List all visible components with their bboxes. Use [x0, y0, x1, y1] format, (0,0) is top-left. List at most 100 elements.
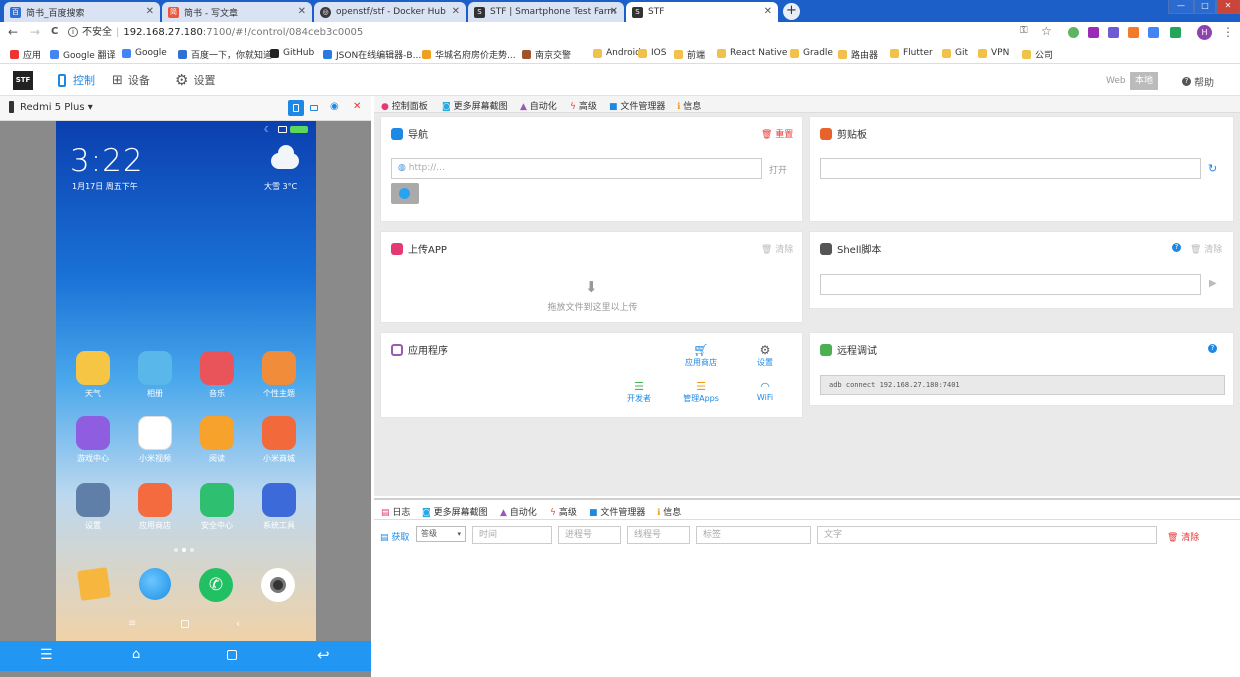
soft-menu-icon[interactable]: ≡ [128, 618, 136, 629]
close-device-icon[interactable]: ✕ [353, 101, 361, 112]
bookmark-item[interactable]: 南京交警 [522, 48, 571, 61]
help-link[interactable]: ? 帮助 [1182, 74, 1214, 89]
app-icon[interactable] [138, 416, 172, 450]
forward-button[interactable]: → [30, 25, 40, 39]
maximize-window-button[interactable]: □ [1194, 0, 1216, 14]
extension-orange-icon[interactable] [1128, 27, 1139, 38]
manage-apps-shortcut[interactable]: ☰ 管理Apps [681, 380, 721, 404]
home-key-icon[interactable]: ⌂ [132, 647, 140, 662]
reload-button[interactable]: C [51, 26, 58, 37]
wifi-shortcut[interactable]: ◠ WiFi [745, 380, 785, 402]
nav-devices[interactable]: ⊞ 设备 [112, 72, 150, 88]
app-icon[interactable] [262, 416, 296, 450]
time-filter-input[interactable]: 时间 [472, 526, 552, 544]
close-tab-icon[interactable]: ✕ [298, 6, 306, 17]
stf-logo[interactable]: STF [13, 71, 33, 90]
bookmark-item[interactable]: 百度一下，你就知道 [178, 48, 272, 61]
app-icon[interactable] [200, 351, 234, 385]
browser-tab-baidu[interactable]: 百 简书_百度搜索 ✕ [4, 2, 160, 22]
text-filter-input[interactable]: 文字 [817, 526, 1157, 544]
pid-filter-input[interactable]: 进程号 [558, 526, 621, 544]
close-window-button[interactable]: ✕ [1216, 0, 1240, 14]
app-icon[interactable] [262, 351, 296, 385]
tab-info-bottom[interactable]: ℹ 信息 [657, 505, 681, 518]
browser-tab-jianshu[interactable]: 简 简书 - 写文章 ✕ [162, 2, 312, 22]
tab-advanced[interactable]: ϟ 高级 [570, 99, 597, 112]
reset-button[interactable]: 🗑 重置 [761, 127, 793, 140]
menu-key-icon[interactable]: ☰ [40, 647, 53, 663]
device-screen[interactable]: ☾ 3:22 1月17日 周五下午 大雪 3°C 天气 相册 音乐 个性主题 游戏中心 小… [56, 121, 316, 641]
new-tab-button[interactable]: + [783, 3, 800, 20]
browser-icon[interactable] [139, 568, 171, 600]
tab-dashboard[interactable]: ● 控制面板 [381, 99, 428, 112]
tab-automation[interactable]: ▲ 自动化 [520, 99, 557, 112]
shell-input[interactable] [820, 274, 1201, 295]
settings-shortcut[interactable]: ⚙ 设置 [745, 343, 785, 368]
soft-home-icon[interactable] [181, 620, 189, 628]
app-icon[interactable] [76, 483, 110, 517]
bookmark-item[interactable]: React Native [717, 48, 787, 58]
shield-extension-icon[interactable] [1170, 27, 1181, 38]
browser-tab-stf[interactable]: S STF ✕ [626, 2, 778, 22]
refresh-icon[interactable]: ↻ [1208, 162, 1217, 175]
minimize-window-button[interactable]: — [1168, 0, 1194, 14]
close-tab-icon[interactable]: ✕ [764, 6, 772, 17]
device-selector[interactable]: Redmi 5 Plus ▾ [20, 102, 93, 113]
nav-settings[interactable]: ⚙ 设置 [175, 71, 215, 89]
back-key-icon[interactable]: ↩ [317, 646, 330, 664]
soft-back-icon[interactable]: ‹ [236, 617, 240, 630]
translate-extension-icon[interactable] [1148, 27, 1159, 38]
eye-icon[interactable]: ◉ [330, 101, 339, 112]
close-tab-icon[interactable]: ✕ [452, 6, 460, 17]
tab-log[interactable]: ▤ 日志 [381, 505, 410, 518]
tab-screenshots-bottom[interactable]: ◙ 更多屏幕截图 [422, 505, 488, 518]
bookmark-item[interactable]: 路由器 [838, 48, 878, 61]
app-icon[interactable] [200, 483, 234, 517]
clear-logs-button[interactable]: 🗑 清除 [1167, 530, 1199, 543]
get-logs-button[interactable]: ▤ 获取 [380, 530, 409, 543]
bookmark-item[interactable]: Android [593, 48, 641, 58]
close-tab-icon[interactable]: ✕ [610, 6, 618, 17]
bookmark-item[interactable]: JSON在线编辑器-B... [323, 48, 421, 61]
tab-automation-bottom[interactable]: ▲ 自动化 [500, 505, 537, 518]
bookmark-item[interactable]: Flutter [890, 48, 933, 58]
bookmark-item[interactable]: VPN [978, 48, 1009, 58]
nav-control[interactable]: 控制 [58, 72, 95, 88]
tag-filter-input[interactable]: 标签 [696, 526, 811, 544]
web-toggle[interactable]: Web [1106, 76, 1126, 86]
extension-purple-icon[interactable] [1088, 27, 1099, 38]
extension-violet-icon[interactable] [1108, 27, 1119, 38]
bookmark-item[interactable]: 华城名府房价走势... [422, 48, 516, 61]
app-icon[interactable] [76, 351, 110, 385]
bookmark-item[interactable]: Gradle [790, 48, 833, 58]
app-icon[interactable] [76, 416, 110, 450]
local-toggle[interactable]: 本地 [1130, 72, 1158, 90]
app-icon[interactable] [138, 351, 172, 385]
bookmark-item[interactable]: Google [122, 48, 167, 58]
bookmark-item[interactable]: GitHub [270, 48, 314, 58]
browser-menu-icon[interactable]: ⋮ [1222, 25, 1234, 39]
landscape-icon[interactable] [310, 105, 318, 111]
key-icon[interactable]: ⚿ [1020, 25, 1028, 36]
portrait-button[interactable] [288, 100, 304, 116]
tab-advanced-bottom[interactable]: ϟ 高级 [550, 505, 577, 518]
open-button[interactable]: 打开 [769, 163, 787, 176]
app-store-shortcut[interactable]: 🛒︎ 应用商店 [681, 343, 721, 368]
bookmark-item[interactable]: 应用 [10, 48, 41, 61]
run-icon[interactable]: ▶ [1209, 278, 1217, 289]
shell-clear-button[interactable]: 🗑 清除 [1190, 242, 1222, 255]
app-icon[interactable] [138, 483, 172, 517]
info-icon[interactable]: i [68, 27, 78, 37]
drop-zone[interactable]: 拖放文件到这里以上传 [381, 300, 804, 313]
phone-call-icon[interactable]: ✆ [199, 568, 233, 602]
browser-tab-dockerhub[interactable]: ◎ openstf/stf - Docker Hub ✕ [314, 2, 466, 22]
tid-filter-input[interactable]: 线程号 [627, 526, 690, 544]
tab-info[interactable]: ℹ 信息 [677, 99, 701, 112]
bookmark-item[interactable]: Google 翻译 [50, 48, 116, 61]
bookmark-item[interactable]: Git [942, 48, 968, 58]
profile-avatar-icon[interactable]: H [1197, 25, 1212, 40]
bookmark-item[interactable]: 前端 [674, 48, 705, 61]
browser-tab-stf-farm[interactable]: S STF | Smartphone Test Farm ✕ [468, 2, 624, 22]
notes-icon[interactable] [77, 567, 111, 601]
tab-file-manager-bottom[interactable]: ■ 文件管理器 [589, 505, 645, 518]
